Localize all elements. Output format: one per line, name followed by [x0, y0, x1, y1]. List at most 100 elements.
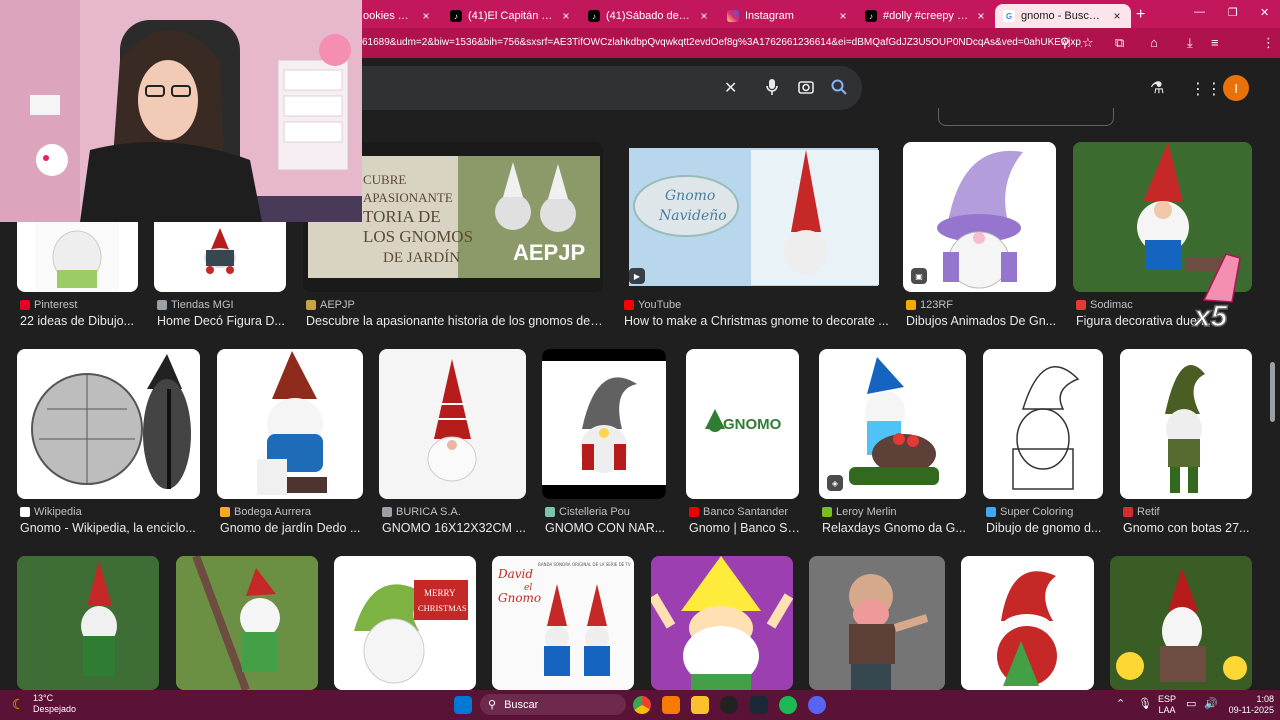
result-title[interactable]: Home Decó Figura D... — [157, 314, 289, 328]
close-icon[interactable]: × — [1111, 9, 1123, 23]
result-card[interactable]: ◈ Leroy Merlin Relaxdays Gnomo da G... — [819, 349, 966, 539]
account-avatar[interactable]: I — [1223, 75, 1249, 101]
result-image[interactable] — [961, 556, 1094, 690]
result-card[interactable] — [651, 556, 793, 690]
result-card[interactable]: GNOMO Banco Santander Gnomo | Banco Sa..… — [686, 349, 802, 539]
restore-icon[interactable]: ❐ — [1228, 6, 1238, 19]
result-title[interactable]: Relaxdays Gnomo da G... — [822, 521, 969, 535]
result-source: Tiendas MGI — [157, 299, 234, 311]
result-title[interactable]: Descubre la apasionante historia de los … — [306, 314, 606, 328]
result-title[interactable]: 22 ideas de Dibujo... — [20, 314, 141, 328]
result-image[interactable] — [379, 349, 526, 499]
result-image[interactable]: Gnomo Navideño — [621, 142, 886, 292]
close-icon[interactable]: × — [837, 9, 849, 23]
bookmark-star-icon[interactable]: ☆ — [1082, 35, 1094, 51]
url-field[interactable]: 61689&udm=2&biw=1536&bih=756&sxsrf=AE3Ti… — [362, 33, 1082, 53]
result-card[interactable]: BURICA S.A. GNOMO 16X12X32CM ... — [379, 349, 526, 539]
labs-flask-icon[interactable]: ⚗ — [1150, 78, 1164, 98]
taskbar-search[interactable]: ⚲ Buscar — [480, 694, 626, 715]
reading-list-icon[interactable]: ≡ — [1211, 35, 1219, 50]
tab-sabado[interactable]: ♪ (41)Sábado de Jorgito el × — [580, 4, 718, 28]
keyboard-layout: LAA — [1158, 705, 1176, 715]
obs-icon[interactable] — [720, 696, 738, 714]
result-title[interactable]: How to make a Christmas gnome to decorat… — [624, 314, 889, 328]
windows-start-icon[interactable] — [454, 696, 472, 714]
result-card[interactable]: Bodega Aurrera Gnomo de jardín Dedo ... — [217, 349, 363, 539]
result-card[interactable] — [17, 556, 159, 690]
tab-capitan[interactable]: ♪ (41)El Capitán de la Nave × — [442, 4, 580, 28]
result-title[interactable]: Gnomo con botas 27... — [1123, 521, 1255, 535]
result-title[interactable]: GNOMO 16X12X32CM ... — [382, 521, 529, 535]
clock[interactable]: 1:08 09-11-2025 — [1224, 694, 1274, 716]
vlc-icon[interactable] — [662, 696, 680, 714]
tab-gnomo-search[interactable]: G gnomo - Buscar con Goo × — [995, 4, 1131, 28]
close-icon[interactable]: × — [975, 9, 987, 23]
result-image[interactable]: GNOMO — [686, 349, 799, 499]
aepjp-line-1: CUBRE — [363, 172, 406, 187]
lens-camera-icon[interactable] — [797, 78, 815, 101]
result-card[interactable] — [961, 556, 1094, 690]
close-icon[interactable]: × — [420, 9, 432, 23]
tag-icon: ◈ — [827, 475, 843, 491]
search-icon[interactable] — [830, 78, 848, 101]
filter-chip[interactable] — [938, 108, 1114, 126]
extensions-icon[interactable]: ⧉ — [1115, 35, 1124, 51]
result-image[interactable]: MERRY CHRISTMAS — [334, 556, 476, 690]
tab-cookies[interactable]: ookies Talquiná × — [355, 4, 440, 28]
result-card[interactable]: Wikipedia Gnomo - Wikipedia, la enciclo.… — [17, 349, 200, 539]
result-image[interactable] — [17, 349, 200, 499]
file-explorer-icon[interactable] — [691, 696, 709, 714]
page-scrollbar[interactable] — [1270, 362, 1275, 422]
result-image[interactable] — [176, 556, 318, 690]
result-image[interactable] — [542, 349, 666, 499]
tray-chevron-icon[interactable]: ⌃ — [1116, 697, 1125, 710]
volume-icon[interactable]: 🔊 — [1204, 697, 1218, 710]
close-icon[interactable]: × — [698, 9, 710, 23]
new-tab-icon[interactable]: + — [1136, 6, 1145, 24]
zoom-icon[interactable]: ⚲ — [1060, 35, 1070, 51]
result-card[interactable] — [1110, 556, 1252, 690]
microphone-icon[interactable] — [765, 78, 779, 101]
result-image[interactable] — [983, 349, 1103, 499]
result-image[interactable] — [217, 349, 363, 499]
menu-kebab-icon[interactable]: ⋮ — [1262, 35, 1275, 51]
result-image[interactable] — [17, 556, 159, 690]
result-image[interactable] — [651, 556, 793, 690]
microphone-tray-icon[interactable]: 🎙 — [1138, 697, 1152, 710]
result-card[interactable]: Cistelleria Pou GNOMO CON NAR... — [542, 349, 666, 539]
result-card[interactable] — [176, 556, 318, 690]
network-icon[interactable]: ▭ — [1186, 697, 1196, 710]
result-title[interactable]: Gnomo - Wikipedia, la enciclo... — [20, 521, 203, 535]
weather-widget[interactable]: 13°C Despejado — [33, 693, 76, 715]
result-card[interactable]: ▣ 123RF Dibujos Animados De Gn... — [903, 142, 1056, 332]
result-card[interactable]: Gnomo Navideño ▶ YouTube How to make a C… — [621, 142, 889, 332]
result-image[interactable]: David el Gnomo BANDA SONORA ORIGINAL DE … — [492, 556, 634, 690]
clear-icon[interactable]: ✕ — [724, 78, 737, 98]
result-card[interactable]: Super Coloring Dibujo de gnomo d... — [983, 349, 1103, 539]
discord-icon[interactable] — [808, 696, 826, 714]
result-card[interactable]: MERRY CHRISTMAS — [334, 556, 476, 690]
result-title[interactable]: Dibujo de gnomo d... — [986, 521, 1106, 535]
result-card[interactable]: David el Gnomo BANDA SONORA ORIGINAL DE … — [492, 556, 634, 690]
result-image[interactable] — [1110, 556, 1252, 690]
source-label: Retif — [1137, 506, 1160, 518]
performance-icon[interactable]: ⌂ — [1150, 35, 1158, 50]
spotify-icon[interactable] — [779, 696, 797, 714]
window-close-icon[interactable]: ✕ — [1260, 6, 1269, 19]
steam-icon[interactable] — [750, 696, 768, 714]
result-title[interactable]: GNOMO CON NAR... — [545, 521, 669, 535]
result-card[interactable]: Retif Gnomo con botas 27... — [1120, 349, 1252, 539]
minimize-icon[interactable]: — — [1194, 6, 1205, 18]
language-indicator[interactable]: ESP LAA — [1158, 694, 1176, 716]
result-title[interactable]: Gnomo | Banco Sa... — [689, 521, 802, 535]
chrome-icon[interactable] — [633, 696, 651, 714]
result-title[interactable]: Gnomo de jardín Dedo ... — [220, 521, 366, 535]
result-card[interactable] — [809, 556, 945, 690]
tab-dolly[interactable]: ♪ #dolly #creepy #cute #co × — [857, 4, 995, 28]
download-icon[interactable]: ⤓ — [1187, 35, 1193, 51]
tab-instagram[interactable]: Instagram × — [719, 4, 857, 28]
close-icon[interactable]: × — [560, 9, 572, 23]
result-title[interactable]: Dibujos Animados De Gn... — [906, 314, 1059, 328]
result-image[interactable] — [1120, 349, 1252, 499]
result-image[interactable] — [809, 556, 945, 690]
